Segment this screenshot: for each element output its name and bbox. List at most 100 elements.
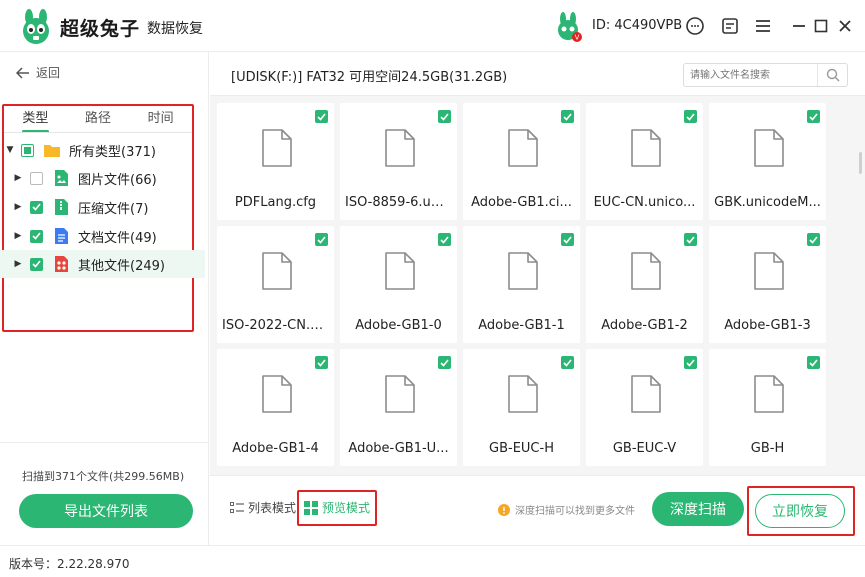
rabbit-logo-icon: [23, 9, 49, 44]
file-checkbox[interactable]: [315, 110, 328, 123]
highlight-box-recover: [747, 486, 855, 536]
tab-time[interactable]: 时间: [129, 107, 192, 131]
file-checkbox[interactable]: [684, 110, 697, 123]
file-card[interactable]: Adobe-GB1-1: [463, 226, 580, 343]
file-icon: [508, 129, 538, 167]
tree-item-archives[interactable]: ▶ 压缩文件(7): [0, 193, 205, 221]
file-card[interactable]: Adobe-GB1-U...: [340, 349, 457, 466]
tab-path[interactable]: 路径: [67, 107, 130, 131]
file-checkbox[interactable]: [807, 356, 820, 369]
checkbox-archives[interactable]: [30, 200, 43, 214]
feedback-icon[interactable]: [718, 14, 742, 38]
file-checkbox[interactable]: [684, 233, 697, 246]
file-card[interactable]: Adobe-GB1-4: [217, 349, 334, 466]
deep-scan-hint-text: 深度扫描可以找到更多文件: [515, 506, 635, 517]
file-name: ISO-8859-6.uni...: [345, 195, 456, 210]
maximize-icon[interactable]: [809, 14, 833, 38]
file-icon: [754, 252, 784, 290]
tree-item-all[interactable]: ▼ 所有类型(371): [0, 136, 205, 164]
user-id: ID: 4C490VPB: [592, 18, 683, 33]
file-icon: [508, 375, 538, 413]
list-mode-icon: [230, 501, 244, 513]
file-card[interactable]: GB-EUC-H: [463, 349, 580, 466]
checkbox-documents[interactable]: [30, 229, 43, 243]
avatar[interactable]: V: [553, 12, 583, 42]
deep-scan-button[interactable]: 深度扫描: [652, 492, 744, 526]
file-checkbox[interactable]: [438, 233, 451, 246]
menu-icon[interactable]: [751, 14, 775, 38]
highlight-box-preview: [297, 490, 377, 526]
file-icon: [631, 375, 661, 413]
file-name: GBK.unicodeM...: [714, 195, 821, 210]
path-bar: [UDISK(F:)] FAT32 可用空间24.5GB(31.2GB): [210, 52, 865, 96]
tree-label-other: 其他文件(249): [78, 258, 165, 274]
collapse-arrow-icon[interactable]: ▶: [13, 259, 23, 269]
file-icon: [754, 129, 784, 167]
file-name: Adobe-GB1-1: [478, 318, 565, 333]
file-card[interactable]: Adobe-GB1.ci...: [463, 103, 580, 220]
file-checkbox[interactable]: [438, 110, 451, 123]
collapse-arrow-icon[interactable]: ▶: [13, 173, 23, 183]
tab-type[interactable]: 类型: [4, 107, 67, 133]
tree-item-images[interactable]: ▶ 图片文件(66): [0, 164, 205, 192]
file-icon: [385, 129, 415, 167]
file-card[interactable]: EUC-CN.unico...: [586, 103, 703, 220]
scrollbar[interactable]: [859, 152, 862, 174]
brand-name: 超级兔子: [60, 18, 141, 40]
checkbox-other[interactable]: [30, 257, 43, 271]
file-checkbox[interactable]: [684, 356, 697, 369]
file-checkbox[interactable]: [561, 233, 574, 246]
collapse-arrow-icon[interactable]: ▶: [13, 202, 23, 212]
file-checkbox[interactable]: [807, 233, 820, 246]
search-input[interactable]: [684, 64, 816, 86]
file-card[interactable]: ISO-2022-CN.u...: [217, 226, 334, 343]
collapse-arrow-icon[interactable]: ▶: [13, 231, 23, 241]
file-checkbox[interactable]: [438, 356, 451, 369]
list-mode-button[interactable]: 列表模式: [230, 499, 296, 516]
file-checkbox[interactable]: [561, 356, 574, 369]
file-icon: [385, 375, 415, 413]
minimize-icon[interactable]: [787, 14, 811, 38]
tree-label-documents: 文档文件(49): [78, 230, 157, 246]
file-icon: [262, 129, 292, 167]
search-button[interactable]: [817, 64, 847, 86]
filter-tabs: 类型 路径 时间: [4, 107, 192, 133]
title-bar: 超级兔子 数据恢复 V ID: 4C490VPB: [0, 0, 865, 52]
back-button[interactable]: 返回: [16, 64, 60, 81]
drive-path: [UDISK(F:)] FAT32 可用空间24.5GB(31.2GB): [231, 70, 508, 85]
file-checkbox[interactable]: [561, 110, 574, 123]
left-panel: 返回 类型 路径 时间 ▼ 所有类型(371) ▶ 图片文件(66) ▶ 压缩文…: [0, 52, 209, 545]
search-box: [683, 63, 848, 87]
file-card[interactable]: GBK.unicodeM...: [709, 103, 826, 220]
file-card[interactable]: GB-EUC-V: [586, 349, 703, 466]
file-checkbox[interactable]: [315, 356, 328, 369]
file-card[interactable]: GB-H: [709, 349, 826, 466]
file-icon: [754, 375, 784, 413]
scan-summary: 扫描到371个文件(共299.56MB): [22, 470, 185, 483]
expand-arrow-icon[interactable]: ▼: [5, 145, 15, 155]
tree-item-documents[interactable]: ▶ 文档文件(49): [0, 222, 205, 250]
file-card[interactable]: Adobe-GB1-3: [709, 226, 826, 343]
file-icon: [631, 252, 661, 290]
file-grid: PDFLang.cfg ISO-8859-6.uni... Adobe-GB1.ci…: [217, 103, 837, 467]
folder-icon: [43, 141, 61, 159]
file-card[interactable]: ISO-8859-6.uni...: [340, 103, 457, 220]
file-name: ISO-2022-CN.u...: [222, 318, 331, 333]
version-label: 版本号：2.22.28.970: [9, 557, 130, 571]
close-icon[interactable]: [833, 14, 857, 38]
file-checkbox[interactable]: [807, 110, 820, 123]
file-card[interactable]: Adobe-GB1-2: [586, 226, 703, 343]
back-label: 返回: [36, 66, 61, 80]
tree-item-other[interactable]: ▶ 其他文件(249): [0, 250, 205, 278]
file-card[interactable]: PDFLang.cfg: [217, 103, 334, 220]
file-checkbox[interactable]: [315, 233, 328, 246]
file-icon: [262, 375, 292, 413]
checkbox-images[interactable]: [30, 171, 43, 185]
support-icon[interactable]: [683, 14, 707, 38]
file-name: Adobe-GB1-U...: [348, 441, 449, 456]
export-list-button[interactable]: 导出文件列表: [19, 494, 193, 528]
file-name: Adobe-GB1-4: [232, 441, 319, 456]
file-card[interactable]: Adobe-GB1-0: [340, 226, 457, 343]
file-name: PDFLang.cfg: [234, 195, 317, 210]
checkbox-all[interactable]: [21, 143, 34, 157]
